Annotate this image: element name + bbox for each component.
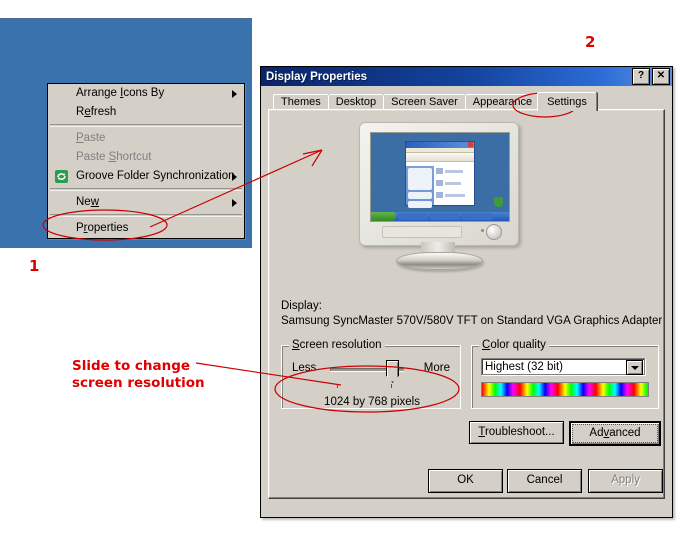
troubleshoot-button[interactable]: Troubleshoot...	[469, 421, 564, 444]
display-label: Display:	[281, 300, 322, 312]
apply-button: Apply	[588, 469, 663, 493]
slider-thumb[interactable]	[386, 360, 399, 383]
menu-item-paste-shortcut: Paste Shortcut	[48, 148, 244, 167]
preview-shield-icon	[494, 197, 503, 207]
menu-item-paste: Paste	[48, 129, 244, 148]
tab-screen-saver[interactable]: Screen Saver	[383, 94, 466, 110]
slider-less-label: Less	[292, 362, 317, 374]
menu-item-refresh[interactable]: Refresh	[48, 103, 244, 122]
menu-item-label: New	[76, 196, 100, 208]
preview-taskbar	[371, 212, 509, 221]
dialog-title: Display Properties	[266, 70, 367, 83]
annotation-slider-note-line2: screen resolution	[72, 375, 205, 391]
menu-item-properties[interactable]: Properties	[48, 219, 244, 238]
slider-tick	[337, 384, 338, 388]
preview-task-card	[408, 168, 432, 190]
preview-file-row	[436, 168, 472, 180]
dialog-footer: OK Cancel Apply	[261, 469, 672, 493]
preview-file-list	[434, 166, 474, 205]
menu-item-groove-folder-synchronization[interactable]: Groove Folder Synchronization	[48, 167, 244, 186]
monitor-illustration	[341, 122, 536, 272]
monitor-power-button	[486, 224, 502, 240]
screen-resolution-caption: Screen resolution	[289, 339, 385, 351]
menu-item-label: Properties	[76, 222, 129, 234]
preview-start-button	[371, 212, 396, 221]
preview-task-button	[462, 213, 492, 220]
focus-ring	[572, 424, 658, 443]
color-quality-group: Color quality Highest (32 bit)	[471, 339, 659, 409]
tab-desktop[interactable]: Desktop	[327, 94, 385, 110]
chevron-down-icon[interactable]	[626, 360, 643, 375]
annotation-step-2: 2	[585, 33, 596, 51]
color-quality-select[interactable]: Highest (32 bit)	[481, 358, 645, 375]
desktop-context-menu[interactable]: Arrange Icons By Refresh Paste Paste Sho…	[47, 83, 245, 239]
color-quality-caption: Color quality	[479, 339, 549, 351]
menu-separator	[50, 188, 242, 191]
display-properties-dialog[interactable]: Display Properties ? ✕ Themes Desktop Sc…	[260, 66, 673, 518]
help-button[interactable]: ?	[632, 68, 650, 85]
monitor-screen	[370, 132, 510, 222]
preview-window	[405, 141, 475, 208]
tab-strip[interactable]: Themes Desktop Screen Saver Appearance S…	[268, 92, 665, 111]
advanced-button[interactable]: Advanced	[569, 421, 661, 446]
tab-settings[interactable]: Settings	[537, 92, 597, 111]
menu-item-label: Paste Shortcut	[76, 151, 152, 163]
menu-item-new[interactable]: New	[48, 193, 244, 212]
preview-file-row	[436, 192, 472, 204]
display-adapter-value: Samsung SyncMaster 570V/580V TFT on Stan…	[281, 315, 663, 327]
chevron-right-icon	[232, 173, 237, 181]
menu-item-label: Refresh	[76, 106, 117, 118]
monitor-slot	[382, 226, 462, 238]
color-spectrum-strip	[481, 382, 649, 397]
preview-task-button	[398, 213, 428, 220]
preview-task-pane	[406, 166, 434, 208]
slider-tick	[391, 384, 392, 388]
dialog-body: Themes Desktop Screen Saver Appearance S…	[261, 86, 672, 499]
chevron-right-icon	[232, 90, 237, 98]
cancel-button[interactable]: Cancel	[507, 469, 582, 493]
annotation-slider-note: Slide to change screen resolution	[72, 358, 205, 392]
preview-window-body	[406, 166, 474, 208]
menu-item-arrange-icons-by[interactable]: Arrange Icons By	[48, 84, 244, 103]
annotation-slider-note-line1: Slide to change	[72, 358, 191, 374]
tab-appearance[interactable]: Appearance	[464, 94, 541, 110]
menu-item-label: Arrange Icons By	[76, 87, 165, 99]
monitor-bezel	[359, 122, 519, 246]
preview-task-card	[408, 201, 432, 208]
preview-task-button	[430, 213, 460, 220]
groove-sync-icon	[55, 170, 68, 183]
close-icon[interactable]: ✕	[652, 68, 670, 85]
menu-item-label: Groove Folder Synchronization	[76, 170, 235, 182]
menu-separator	[50, 124, 242, 127]
color-quality-value: Highest (32 bit)	[485, 361, 563, 373]
preview-file-row	[436, 180, 472, 192]
settings-tab-panel: Display: Samsung SyncMaster 570V/580V TF…	[268, 109, 665, 499]
menu-item-label: Paste	[76, 132, 106, 144]
monitor-preview	[269, 110, 664, 290]
preview-task-card	[408, 192, 432, 199]
tab-themes[interactable]: Themes	[273, 94, 329, 110]
slider-more-label: More	[423, 362, 450, 374]
annotation-step-1: 1	[29, 257, 40, 275]
chevron-right-icon	[232, 199, 237, 207]
ok-button[interactable]: OK	[428, 469, 503, 493]
monitor-chin	[370, 224, 508, 240]
troubleshoot-label: Troubleshoot...	[478, 426, 555, 438]
monitor-base	[396, 252, 483, 270]
preview-toolbar	[406, 153, 474, 162]
preview-close-icon	[468, 142, 473, 147]
screen-resolution-group: Screen resolution Less More 1024 by 768 …	[281, 339, 461, 409]
menu-separator	[50, 214, 242, 217]
resolution-value: 1024 by 768 pixels	[324, 396, 420, 408]
monitor-led	[481, 229, 484, 232]
dialog-titlebar[interactable]: Display Properties ? ✕	[261, 67, 672, 86]
